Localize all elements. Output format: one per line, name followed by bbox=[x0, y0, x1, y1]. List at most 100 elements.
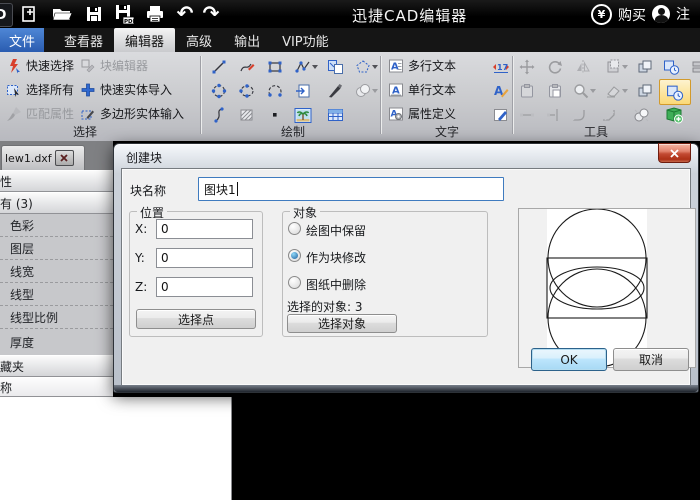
polyline-dropdown[interactable] bbox=[311, 65, 318, 69]
attribute-define-button[interactable]: A 属性定义 bbox=[388, 105, 456, 122]
line-tool[interactable] bbox=[208, 57, 230, 77]
block-editor-button[interactable]: 块编辑器 bbox=[80, 57, 148, 74]
polyline-tool[interactable] bbox=[292, 57, 320, 77]
polygon-entity-input-button[interactable]: 多边形实体输入 bbox=[80, 105, 184, 122]
register-button[interactable]: 注 bbox=[652, 4, 690, 24]
favorites-name-column-header[interactable]: 称 bbox=[0, 377, 113, 397]
dialog-close-button[interactable] bbox=[658, 143, 691, 163]
pen-tool[interactable] bbox=[324, 81, 346, 101]
hatch-tool[interactable] bbox=[236, 105, 258, 125]
add-favorite-tool[interactable] bbox=[662, 105, 686, 125]
radio-keep-label[interactable]: 绘图中保留 bbox=[306, 222, 366, 239]
z-input[interactable] bbox=[156, 277, 253, 297]
dim-tool[interactable] bbox=[516, 105, 538, 125]
ok-button[interactable]: OK bbox=[531, 348, 607, 371]
paste-special-tool[interactable] bbox=[544, 81, 566, 101]
blend-tool[interactable] bbox=[630, 105, 652, 125]
block-editor-icon bbox=[81, 59, 95, 72]
quick-entity-import-button[interactable]: 快速实体导入 bbox=[80, 81, 172, 98]
property-row-thickness[interactable]: 厚度 bbox=[0, 329, 113, 355]
tab-output[interactable]: 输出 bbox=[223, 28, 271, 52]
new-file-icon[interactable] bbox=[16, 2, 42, 26]
radio-convert-to-block[interactable] bbox=[288, 249, 301, 262]
buy-button[interactable]: ¥ 购买 bbox=[591, 4, 646, 25]
text-scale-icon[interactable]: 17 bbox=[490, 57, 512, 77]
zoom-tool[interactable] bbox=[570, 81, 598, 101]
donut-dropdown[interactable] bbox=[371, 89, 378, 93]
favorites-panel-header[interactable]: 藏夹 bbox=[0, 355, 113, 377]
ellipse-tool[interactable] bbox=[236, 81, 258, 101]
fillet-tool[interactable] bbox=[568, 105, 590, 125]
properties-panel-header[interactable]: 性 bbox=[0, 170, 113, 192]
create-block-active-button[interactable] bbox=[659, 79, 691, 105]
create-block-tool[interactable] bbox=[660, 57, 682, 77]
polygon-dropdown[interactable] bbox=[371, 65, 378, 69]
cancel-button[interactable]: 取消 bbox=[613, 348, 689, 371]
copy-tool[interactable] bbox=[634, 81, 656, 101]
array-tool[interactable] bbox=[602, 57, 630, 77]
save-icon[interactable] bbox=[81, 2, 107, 26]
zoom-dropdown[interactable] bbox=[589, 89, 596, 93]
text-edit-icon[interactable]: A bbox=[490, 81, 512, 101]
mtext-button[interactable]: A 多行文本 bbox=[388, 57, 456, 74]
pick-point-button[interactable]: 选择点 bbox=[136, 309, 256, 329]
attribute-edit-icon[interactable] bbox=[490, 105, 512, 125]
property-row-lineweight[interactable]: 线宽 bbox=[0, 260, 113, 283]
select-objects-button[interactable]: 选择对象 bbox=[287, 314, 397, 333]
match-properties-button[interactable]: 匹配属性 bbox=[6, 105, 74, 122]
tab-advanced[interactable]: 高级 bbox=[175, 28, 223, 52]
svg-text:PDF: PDF bbox=[124, 19, 135, 25]
radio-delete-from-drawing[interactable] bbox=[288, 276, 301, 289]
document-tab-close-button[interactable] bbox=[54, 150, 74, 166]
radio-delete-label[interactable]: 图纸中删除 bbox=[306, 276, 366, 293]
print-icon[interactable] bbox=[142, 2, 168, 26]
favorites-list-panel[interactable] bbox=[0, 397, 232, 500]
tab-vip[interactable]: VIP功能 bbox=[271, 28, 340, 52]
tab-viewer[interactable]: 查看器 bbox=[53, 28, 114, 52]
text-button[interactable]: A 单行文本 bbox=[388, 81, 456, 98]
image-tool[interactable] bbox=[292, 105, 314, 125]
svg-text:A: A bbox=[391, 61, 399, 72]
tab-editor[interactable]: 编辑器 bbox=[114, 28, 176, 52]
property-row-layer[interactable]: 图层 bbox=[0, 237, 113, 260]
paste-tool[interactable] bbox=[516, 81, 538, 101]
freehand-spline-tool[interactable] bbox=[208, 105, 230, 125]
spline-tool[interactable] bbox=[236, 57, 258, 77]
rectangle-tool[interactable] bbox=[264, 57, 286, 77]
polygon-tool[interactable] bbox=[352, 57, 380, 77]
dim-edit-tool[interactable] bbox=[542, 105, 564, 125]
array-dropdown[interactable] bbox=[621, 65, 628, 69]
partial-tool-icon[interactable] bbox=[688, 57, 700, 77]
document-tab[interactable]: lew1.dxf bbox=[1, 145, 85, 170]
block-name-input[interactable]: 图块1 bbox=[198, 177, 504, 201]
insert-block-tool[interactable] bbox=[324, 57, 346, 77]
redo-icon[interactable]: ↷ bbox=[198, 1, 224, 25]
save-as-pdf-icon[interactable]: PDF bbox=[111, 2, 137, 26]
rotate-tool[interactable] bbox=[544, 57, 566, 77]
erase-dropdown[interactable] bbox=[621, 89, 628, 93]
select-all-button[interactable]: 选择所有 bbox=[6, 81, 74, 98]
mirror-tool[interactable] bbox=[572, 57, 594, 77]
erase-tool[interactable] bbox=[602, 81, 630, 101]
copy-layers-tool[interactable] bbox=[634, 57, 656, 77]
chamfer-tool[interactable] bbox=[598, 105, 620, 125]
move-tool[interactable] bbox=[516, 57, 538, 77]
property-row-linetype[interactable]: 线型 bbox=[0, 283, 113, 306]
open-file-icon[interactable] bbox=[49, 2, 75, 26]
quick-select-button[interactable]: 快速选择 bbox=[6, 57, 74, 74]
import-entity-tool[interactable] bbox=[292, 81, 314, 101]
point-tool[interactable] bbox=[264, 105, 286, 125]
property-row-linetype-scale[interactable]: 线型比例 bbox=[0, 306, 113, 329]
table-tool[interactable] bbox=[324, 105, 346, 125]
circle-tool[interactable] bbox=[208, 81, 230, 101]
property-row-color[interactable]: 色彩 bbox=[0, 214, 113, 237]
donut-tool[interactable] bbox=[352, 81, 380, 101]
x-input[interactable] bbox=[156, 219, 253, 239]
radio-keep-in-drawing[interactable] bbox=[288, 222, 301, 235]
tab-file[interactable]: 文件 bbox=[0, 28, 45, 52]
radio-convert-label[interactable]: 作为块修改 bbox=[306, 249, 366, 266]
y-input[interactable] bbox=[156, 248, 253, 268]
undo-icon[interactable]: ↶ bbox=[172, 1, 198, 25]
arc-tool[interactable] bbox=[264, 81, 286, 101]
properties-all-header[interactable]: 有 (3) bbox=[0, 192, 113, 214]
